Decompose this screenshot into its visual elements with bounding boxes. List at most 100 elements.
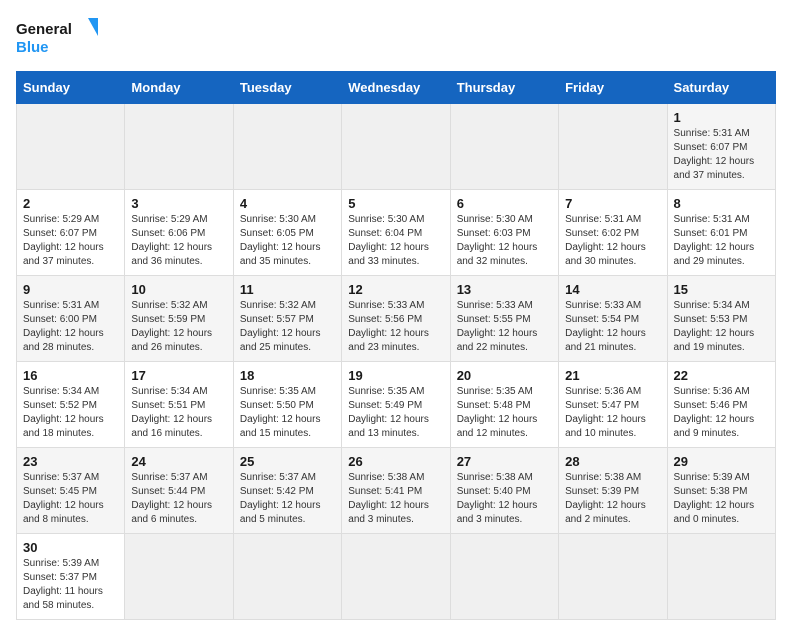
cell-info: Sunrise: 5:29 AMSunset: 6:06 PMDaylight:…	[131, 213, 226, 269]
calendar-cell: 5Sunrise: 5:30 AMSunset: 6:04 PMDaylight…	[342, 190, 450, 276]
empty-cell	[125, 534, 233, 620]
cell-info: Sunrise: 5:38 AMSunset: 5:41 PMDaylight:…	[348, 471, 443, 527]
weekday-header: Sunday	[17, 72, 125, 104]
calendar-cell: 22 Sunrise: 5:36 AMSunset: 5:46 PMDayligh…	[667, 362, 775, 448]
weekday-header: Monday	[125, 72, 233, 104]
cell-info: Sunrise: 5:38 AMSunset: 5:40 PMDaylight:…	[457, 471, 552, 527]
day-number: 2	[23, 196, 118, 211]
cell-info: Sunrise: 5:33 AMSunset: 5:55 PMDaylight:…	[457, 299, 552, 355]
cell-info: Sunrise: 5:30 AMSunset: 6:05 PMDaylight:…	[240, 213, 335, 269]
cell-info: Sunrise: 5:33 AMSunset: 5:54 PMDaylight:…	[565, 299, 660, 355]
empty-cell	[559, 104, 667, 190]
day-number: 21	[565, 368, 660, 383]
cell-info: Sunrise: 5:34 AMSunset: 5:53 PMDaylight:…	[674, 299, 769, 355]
calendar-cell: 10Sunrise: 5:32 AMSunset: 5:59 PMDayligh…	[125, 276, 233, 362]
calendar-week-row: 1Sunrise: 5:31 AMSunset: 6:07 PMDaylight…	[17, 104, 776, 190]
calendar-cell: 16 Sunrise: 5:34 AMSunset: 5:52 PMDayligh…	[17, 362, 125, 448]
weekday-header: Friday	[559, 72, 667, 104]
day-number: 25	[240, 454, 335, 469]
empty-cell	[233, 534, 341, 620]
calendar-header-row: SundayMondayTuesdayWednesdayThursdayFrid…	[17, 72, 776, 104]
calendar-week-row: 2 Sunrise: 5:29 AMSunset: 6:07 PMDaylight…	[17, 190, 776, 276]
calendar-cell: 23 Sunrise: 5:37 AMSunset: 5:45 PMDayligh…	[17, 448, 125, 534]
weekday-header: Tuesday	[233, 72, 341, 104]
calendar-cell: 11Sunrise: 5:32 AMSunset: 5:57 PMDayligh…	[233, 276, 341, 362]
day-number: 5	[348, 196, 443, 211]
cell-info: Sunrise: 5:37 AMSunset: 5:45 PMDaylight:…	[23, 471, 118, 527]
day-number: 20	[457, 368, 552, 383]
day-number: 8	[674, 196, 769, 211]
day-number: 4	[240, 196, 335, 211]
day-number: 30	[23, 540, 118, 555]
day-number: 16	[23, 368, 118, 383]
empty-cell	[450, 104, 558, 190]
cell-info: Sunrise: 5:32 AMSunset: 5:59 PMDaylight:…	[131, 299, 226, 355]
calendar-cell: 25 Sunrise: 5:37 AMSunset: 5:42 PMDayligh…	[233, 448, 341, 534]
cell-info: Sunrise: 5:31 AMSunset: 6:00 PMDaylight:…	[23, 299, 118, 355]
day-number: 28	[565, 454, 660, 469]
cell-info: Sunrise: 5:36 AMSunset: 5:46 PMDaylight:…	[674, 385, 769, 441]
calendar-week-row: 23 Sunrise: 5:37 AMSunset: 5:45 PMDayligh…	[17, 448, 776, 534]
empty-cell	[667, 534, 775, 620]
cell-info: Sunrise: 5:29 AMSunset: 6:07 PMDaylight:…	[23, 213, 118, 269]
empty-cell	[559, 534, 667, 620]
cell-info: Sunrise: 5:31 AMSunset: 6:02 PMDaylight:…	[565, 213, 660, 269]
empty-cell	[342, 104, 450, 190]
calendar-cell: 27 Sunrise: 5:38 AMSunset: 5:40 PMDayligh…	[450, 448, 558, 534]
weekday-header: Thursday	[450, 72, 558, 104]
calendar-cell: 4 Sunrise: 5:30 AMSunset: 6:05 PMDaylight…	[233, 190, 341, 276]
day-number: 14	[565, 282, 660, 297]
cell-info: Sunrise: 5:36 AMSunset: 5:47 PMDaylight:…	[565, 385, 660, 441]
cell-info: Sunrise: 5:39 AMSunset: 5:38 PMDaylight:…	[674, 471, 769, 527]
day-number: 9	[23, 282, 118, 297]
cell-info: Sunrise: 5:30 AMSunset: 6:03 PMDaylight:…	[457, 213, 552, 269]
day-number: 7	[565, 196, 660, 211]
calendar-cell: 30Sunrise: 5:39 AMSunset: 5:37 PMDayligh…	[17, 534, 125, 620]
calendar-cell: 20Sunrise: 5:35 AMSunset: 5:48 PMDayligh…	[450, 362, 558, 448]
day-number: 17	[131, 368, 226, 383]
day-number: 27	[457, 454, 552, 469]
calendar-cell: 24 Sunrise: 5:37 AMSunset: 5:44 PMDayligh…	[125, 448, 233, 534]
day-number: 19	[348, 368, 443, 383]
cell-info: Sunrise: 5:35 AMSunset: 5:49 PMDaylight:…	[348, 385, 443, 441]
calendar-cell: 19 Sunrise: 5:35 AMSunset: 5:49 PMDayligh…	[342, 362, 450, 448]
cell-info: Sunrise: 5:31 AMSunset: 6:07 PMDaylight:…	[674, 127, 769, 183]
svg-text:General: General	[16, 21, 72, 38]
calendar-cell: 14 Sunrise: 5:33 AMSunset: 5:54 PMDayligh…	[559, 276, 667, 362]
calendar-cell: 2 Sunrise: 5:29 AMSunset: 6:07 PMDaylight…	[17, 190, 125, 276]
calendar-cell: 15 Sunrise: 5:34 AMSunset: 5:53 PMDayligh…	[667, 276, 775, 362]
empty-cell	[233, 104, 341, 190]
day-number: 18	[240, 368, 335, 383]
calendar-cell: 28Sunrise: 5:38 AMSunset: 5:39 PMDayligh…	[559, 448, 667, 534]
calendar-cell: 1Sunrise: 5:31 AMSunset: 6:07 PMDaylight…	[667, 104, 775, 190]
calendar-cell: 8 Sunrise: 5:31 AMSunset: 6:01 PMDaylight…	[667, 190, 775, 276]
day-number: 15	[674, 282, 769, 297]
calendar-table: SundayMondayTuesdayWednesdayThursdayFrid…	[16, 71, 776, 620]
calendar-cell: 9 Sunrise: 5:31 AMSunset: 6:00 PMDaylight…	[17, 276, 125, 362]
day-number: 24	[131, 454, 226, 469]
empty-cell	[17, 104, 125, 190]
weekday-header: Saturday	[667, 72, 775, 104]
page-header: General Blue	[16, 16, 776, 61]
day-number: 13	[457, 282, 552, 297]
weekday-header: Wednesday	[342, 72, 450, 104]
calendar-cell: 29Sunrise: 5:39 AMSunset: 5:38 PMDayligh…	[667, 448, 775, 534]
calendar-cell: 26 Sunrise: 5:38 AMSunset: 5:41 PMDayligh…	[342, 448, 450, 534]
calendar-week-row: 9 Sunrise: 5:31 AMSunset: 6:00 PMDaylight…	[17, 276, 776, 362]
calendar-cell: 7 Sunrise: 5:31 AMSunset: 6:02 PMDaylight…	[559, 190, 667, 276]
cell-info: Sunrise: 5:37 AMSunset: 5:42 PMDaylight:…	[240, 471, 335, 527]
logo: General Blue	[16, 16, 106, 61]
calendar-cell: 21 Sunrise: 5:36 AMSunset: 5:47 PMDayligh…	[559, 362, 667, 448]
day-number: 6	[457, 196, 552, 211]
day-number: 26	[348, 454, 443, 469]
cell-info: Sunrise: 5:37 AMSunset: 5:44 PMDaylight:…	[131, 471, 226, 527]
cell-info: Sunrise: 5:31 AMSunset: 6:01 PMDaylight:…	[674, 213, 769, 269]
calendar-cell: 3Sunrise: 5:29 AMSunset: 6:06 PMDaylight…	[125, 190, 233, 276]
day-number: 22	[674, 368, 769, 383]
cell-info: Sunrise: 5:34 AMSunset: 5:52 PMDaylight:…	[23, 385, 118, 441]
day-number: 23	[23, 454, 118, 469]
calendar-cell: 18Sunrise: 5:35 AMSunset: 5:50 PMDayligh…	[233, 362, 341, 448]
empty-cell	[125, 104, 233, 190]
calendar-cell: 12Sunrise: 5:33 AMSunset: 5:56 PMDayligh…	[342, 276, 450, 362]
svg-text:Blue: Blue	[16, 39, 49, 56]
